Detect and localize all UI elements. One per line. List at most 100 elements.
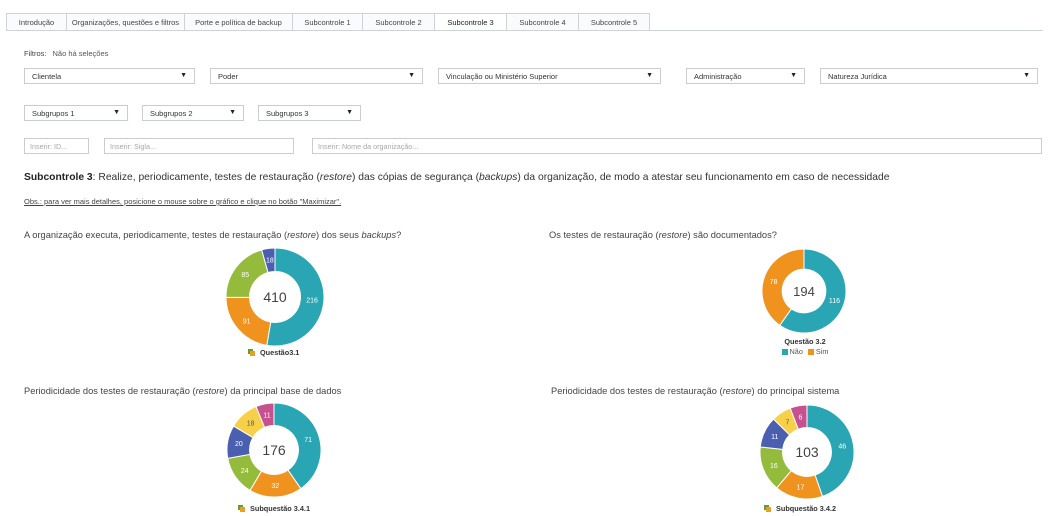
tab-organizacoes[interactable]: Organizações, questões e filtros	[66, 13, 184, 31]
chevron-down-icon: ▼	[180, 72, 187, 79]
legend-item-nao: Não	[781, 347, 803, 356]
slice-value-label: 6	[799, 414, 803, 421]
slice-value-label: 46	[838, 444, 846, 451]
vinculacao-label: Vinculação ou Ministério Superior	[446, 71, 558, 81]
administracao-dropdown[interactable]: Administração ▼	[686, 68, 805, 84]
vinculacao-dropdown[interactable]: Vinculação ou Ministério Superior ▼	[438, 68, 661, 84]
legend-q32: Questão 3.2 Não Sim	[778, 337, 832, 356]
q341-title-1: Periodicidade dos testes de restauração …	[24, 386, 196, 396]
poder-dropdown[interactable]: Poder ▼	[210, 68, 423, 84]
slice-value-label: 116	[829, 298, 840, 305]
tab-divider	[6, 30, 1043, 31]
legend-swatch-sim	[807, 349, 814, 356]
tab-subcontrole-4[interactable]: Subcontrole 4	[506, 13, 578, 31]
chevron-down-icon: ▼	[229, 109, 236, 116]
natureza-juridica-dropdown[interactable]: Natureza Jurídica ▼	[820, 68, 1038, 84]
q31-title-italic-2: backups	[361, 230, 397, 240]
q32-title-2: ) são documentados?	[687, 230, 777, 240]
chart-title-q341: Periodicidade dos testes de restauração …	[24, 386, 341, 396]
filters-status: Filtros: Não há seleções	[24, 49, 108, 58]
q342-title-2: ) do principal sistema	[751, 386, 840, 396]
chevron-down-icon: ▼	[408, 72, 415, 79]
q31-title-1: A organização executa, periodicamente, t…	[24, 230, 288, 240]
filters-value: Não há seleções	[52, 49, 109, 58]
legend-swatch-nao	[781, 349, 788, 356]
slice-value-label: 16	[770, 463, 778, 470]
chevron-down-icon: ▼	[646, 72, 653, 79]
q31-title-2: ) dos seus	[316, 230, 362, 240]
clientela-label: Clientela	[32, 71, 62, 81]
q32-title-1: Os testes de restauração (	[549, 230, 659, 240]
tab-subcontrole-1[interactable]: Subcontrole 1	[292, 13, 362, 31]
administracao-label: Administração	[694, 71, 742, 81]
tab-subcontrole-5[interactable]: Subcontrole 5	[578, 13, 650, 31]
slice-value-label: 85	[241, 272, 249, 279]
donut-total-label: 194	[793, 284, 815, 299]
nome-organizacao-input[interactable]: Inserir: Nome da organização...	[312, 138, 1042, 154]
tab-subcontrole-3[interactable]: Subcontrole 3	[434, 13, 506, 31]
slice-value-label: 71	[304, 437, 312, 444]
subgrupos-2-label: Subgrupos 2	[150, 108, 193, 118]
slice-value-label: 18	[247, 421, 255, 428]
donut-chart-q31[interactable]: 216 91 85 18 410	[225, 247, 325, 347]
subgrupos-3-label: Subgrupos 3	[266, 108, 309, 118]
slice-value-label: 91	[243, 319, 251, 326]
legend-icon	[238, 505, 245, 512]
slice-value-label: 78	[770, 279, 778, 286]
heading-text-3: ) da organização, de modo a atestar seu …	[517, 172, 890, 183]
maximize-note: Obs.: para ver mais detalhes, posicione …	[24, 197, 342, 206]
q342-title-italic: restore	[722, 386, 752, 396]
tab-bar: Introdução Organizações, questões e filt…	[6, 13, 650, 31]
poder-label: Poder	[218, 71, 239, 81]
donut-chart-q341[interactable]: 71 32 24 20 18 11 176	[226, 402, 322, 498]
slice-value-label: 24	[241, 468, 249, 475]
heading-text-1: : Realize, periodicamente, testes de res…	[92, 172, 320, 183]
subgrupos-2-dropdown[interactable]: Subgrupos 2 ▼	[142, 105, 244, 121]
donut-chart-q32[interactable]: 116 78 194	[761, 248, 847, 334]
heading-text-2: ) das cópias de segurança (	[351, 172, 480, 183]
clientela-dropdown[interactable]: Clientela ▼	[24, 68, 195, 84]
q31-title-italic-1: restore	[287, 230, 316, 240]
q341-title-2: ) da principal base de dados	[224, 386, 342, 396]
subgrupos-1-dropdown[interactable]: Subgrupos 1 ▼	[24, 105, 128, 121]
legend-q31: Questão3.1	[248, 348, 299, 357]
slice-value-label: 17	[797, 485, 805, 492]
tab-porte-politica[interactable]: Porte e política de backup	[184, 13, 292, 31]
legend-sim-label: Sim	[815, 347, 829, 356]
legend-q32-title: Questão 3.2	[784, 337, 826, 346]
filters-label: Filtros:	[24, 49, 47, 58]
tab-subcontrole-2[interactable]: Subcontrole 2	[362, 13, 434, 31]
chevron-down-icon: ▼	[1023, 72, 1030, 79]
id-input[interactable]: Inserir: ID...	[24, 138, 89, 154]
heading-bold: Subcontrole 3	[24, 172, 93, 183]
subgrupos-3-dropdown[interactable]: Subgrupos 3 ▼	[258, 105, 361, 121]
donut-total-label: 176	[262, 442, 286, 458]
q342-title-1: Periodicidade dos testes de restauração …	[551, 386, 723, 396]
natureza-label: Natureza Jurídica	[828, 71, 887, 81]
slice-value-label: 7	[785, 420, 789, 427]
chevron-down-icon: ▼	[346, 109, 353, 116]
slice-value-label: 11	[771, 434, 778, 441]
donut-chart-q342[interactable]: 46 17 16 11 7 6 103	[759, 404, 855, 500]
q341-title-italic: restore	[195, 386, 225, 396]
sigla-input[interactable]: Inserir: Sigla...	[104, 138, 294, 154]
legend-q342: Subquestão 3.4.2	[764, 504, 836, 513]
heading-italic-2: backups	[479, 172, 518, 183]
legend-item-sim: Sim	[807, 347, 829, 356]
slice-value-label: 32	[271, 483, 279, 490]
legend-nao-label: Não	[789, 347, 803, 356]
slice-value-label: 20	[235, 441, 243, 448]
q32-title-italic: restore	[658, 230, 688, 240]
tab-introducao[interactable]: Introdução	[6, 13, 66, 31]
donut-total-label: 410	[263, 289, 287, 305]
slice-value-label: 216	[306, 298, 318, 305]
slice-value-label: 11	[263, 412, 270, 419]
legend-q341: Subquestão 3.4.1	[238, 504, 310, 513]
slice-value-label: 18	[266, 258, 274, 265]
subgrupos-1-label: Subgrupos 1	[32, 108, 75, 118]
legend-q31-label: Questão3.1	[260, 348, 300, 357]
chart-title-q32: Os testes de restauração (restore) são d…	[549, 230, 777, 240]
chart-title-q342: Periodicidade dos testes de restauração …	[551, 386, 839, 396]
heading-italic-1: restore	[319, 172, 352, 183]
q31-title-3: ?	[396, 230, 402, 240]
